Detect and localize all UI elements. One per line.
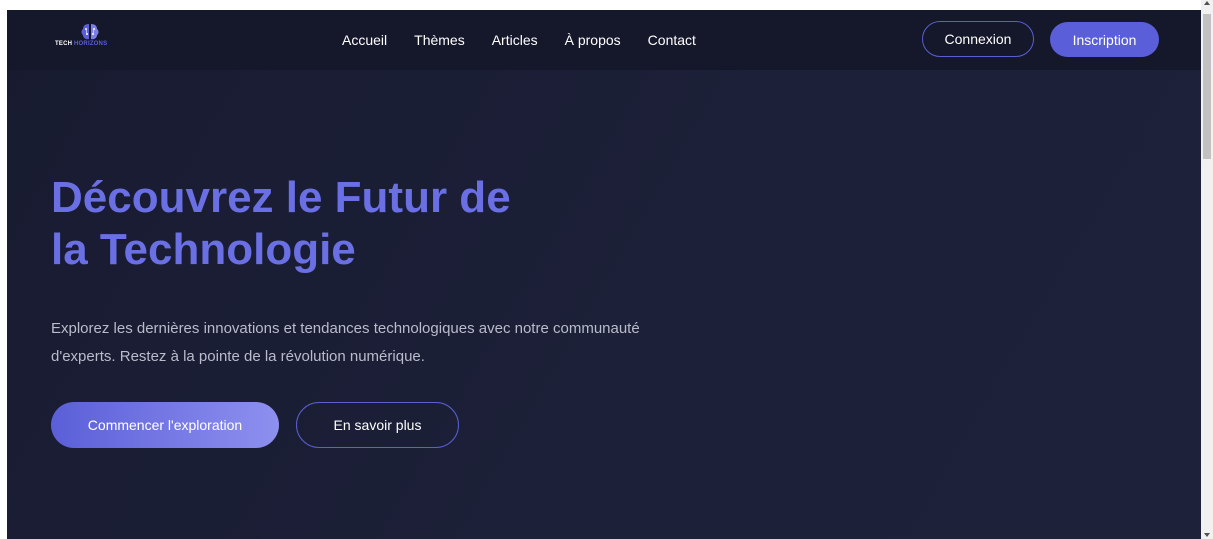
- nav-link-themes[interactable]: Thèmes: [414, 32, 465, 48]
- hero-description: Explorez les dernières innovations et te…: [51, 320, 640, 365]
- scroll-down-arrow-icon[interactable]: [1204, 533, 1210, 537]
- brand-name-part2: HORIZONS: [74, 41, 108, 47]
- brand-name: TECH HORIZONS: [55, 41, 107, 47]
- brain-circuit-icon: [81, 24, 99, 40]
- hero-title: Découvrez le Futur de la Technologie: [51, 173, 511, 274]
- scroll-up-arrow-icon[interactable]: [1204, 1, 1210, 5]
- learn-more-button[interactable]: En savoir plus: [296, 402, 459, 448]
- page-viewport: TECH HORIZONS Accueil Thèmes Articles À …: [7, 10, 1201, 539]
- brand-name-part1: TECH: [55, 41, 73, 47]
- nav-link-contact[interactable]: Contact: [648, 32, 696, 48]
- navbar: TECH HORIZONS Accueil Thèmes Articles À …: [7, 10, 1201, 70]
- main-nav: Accueil Thèmes Articles À propos Contact: [342, 10, 723, 70]
- brand-logo[interactable]: TECH HORIZONS: [55, 22, 135, 58]
- start-exploration-button[interactable]: Commencer l'exploration: [51, 402, 279, 448]
- nav-link-accueil[interactable]: Accueil: [342, 32, 387, 48]
- signup-button[interactable]: Inscription: [1050, 22, 1159, 57]
- vertical-scrollbar[interactable]: [1201, 0, 1213, 539]
- nav-link-articles[interactable]: Articles: [492, 32, 538, 48]
- nav-link-a-propos[interactable]: À propos: [565, 32, 621, 48]
- scrollbar-thumb[interactable]: [1203, 14, 1211, 159]
- login-button[interactable]: Connexion: [922, 21, 1034, 57]
